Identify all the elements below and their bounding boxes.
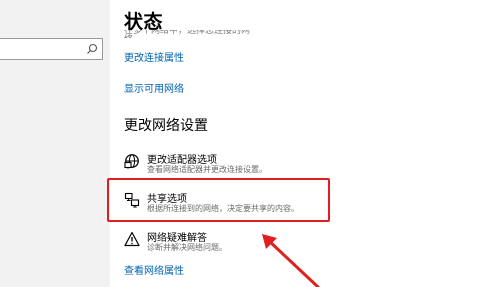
annotation-arrow-icon <box>262 234 320 287</box>
